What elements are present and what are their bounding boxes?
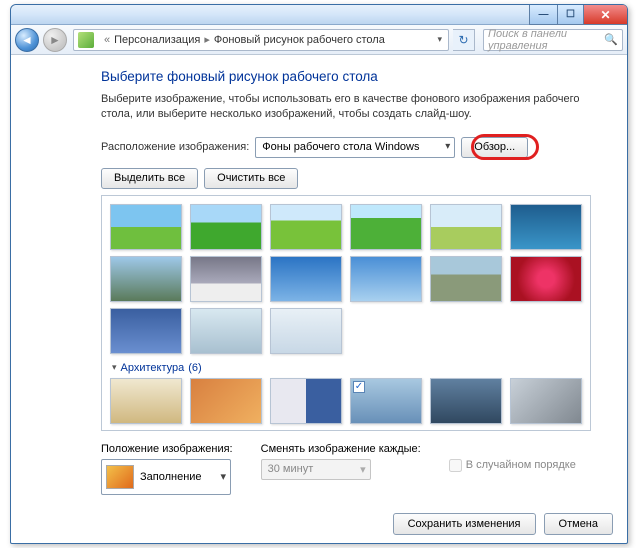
search-icon: 🔍 — [604, 33, 618, 46]
back-button[interactable]: ◄ — [15, 28, 39, 52]
select-all-button[interactable]: Выделить все — [101, 168, 198, 189]
wallpaper-grid[interactable]: ▾ Архитектура (6) ✓ — [101, 195, 591, 431]
maximize-button[interactable]: ☐ — [557, 5, 583, 25]
shuffle-checkbox[interactable] — [449, 459, 462, 472]
location-combo[interactable]: Фоны рабочего стола Windows — [255, 137, 455, 158]
close-button[interactable]: ✕ — [583, 5, 627, 25]
wallpaper-thumbnail[interactable] — [110, 308, 182, 354]
wallpaper-thumbnail[interactable] — [510, 378, 582, 424]
wallpaper-thumbnail[interactable] — [110, 256, 182, 302]
wallpaper-thumbnail[interactable] — [350, 256, 422, 302]
position-combo[interactable]: Заполнение — [101, 459, 231, 495]
navbar: ◄ ► « Персонализация ▸ Фоновый рисунок р… — [11, 25, 627, 55]
page-title: Выберите фоновый рисунок рабочего стола — [101, 69, 591, 84]
cancel-button[interactable]: Отмена — [544, 513, 613, 535]
search-input[interactable]: Поиск в панели управления 🔍 — [483, 29, 623, 51]
location-label: Расположение изображения: — [101, 141, 249, 153]
wallpaper-thumbnail[interactable] — [430, 256, 502, 302]
breadcrumb[interactable]: « Персонализация ▸ Фоновый рисунок рабоч… — [73, 29, 449, 51]
interval-combo[interactable]: 30 минут — [261, 459, 371, 480]
clear-all-button[interactable]: Очистить все — [204, 168, 298, 189]
wallpaper-thumbnail[interactable] — [270, 256, 342, 302]
wallpaper-thumbnail[interactable] — [430, 204, 502, 250]
wallpaper-thumbnail[interactable] — [190, 256, 262, 302]
position-label: Положение изображения: — [101, 443, 233, 455]
wallpaper-thumbnail[interactable] — [270, 378, 342, 424]
save-button[interactable]: Сохранить изменения — [393, 513, 536, 535]
minimize-button[interactable]: — — [529, 5, 557, 25]
titlebar: — ☐ ✕ — [11, 5, 627, 25]
position-preview-icon — [106, 465, 134, 489]
location-selected: Фоны рабочего стола Windows — [262, 141, 419, 153]
category-architecture[interactable]: ▾ Архитектура (6) — [110, 354, 586, 378]
wallpaper-thumbnail[interactable] — [510, 204, 582, 250]
wallpaper-thumbnail[interactable] — [270, 308, 342, 354]
wallpaper-thumbnail[interactable] — [270, 204, 342, 250]
collapse-icon: ▾ — [112, 362, 117, 373]
control-panel-icon — [78, 32, 94, 48]
browse-button[interactable]: Обзор... — [461, 137, 528, 158]
breadcrumb-root[interactable]: Персонализация — [114, 34, 200, 46]
search-placeholder: Поиск в панели управления — [488, 28, 604, 52]
control-panel-window: — ☐ ✕ ◄ ► « Персонализация ▸ Фоновый рис… — [10, 4, 628, 544]
thumbnail-checkbox[interactable]: ✓ — [353, 381, 365, 393]
wallpaper-thumbnail[interactable] — [510, 256, 582, 302]
wallpaper-thumbnail[interactable] — [430, 378, 502, 424]
interval-label: Сменять изображение каждые: — [261, 443, 421, 455]
wallpaper-thumbnail[interactable] — [110, 204, 182, 250]
wallpaper-thumbnail[interactable] — [190, 308, 262, 354]
forward-button[interactable]: ► — [43, 28, 67, 52]
breadcrumb-current[interactable]: Фоновый рисунок рабочего стола — [214, 34, 385, 46]
shuffle-checkbox-row[interactable]: В случайном порядке — [449, 459, 576, 472]
refresh-button[interactable]: ↻ — [453, 29, 475, 51]
page-subtitle: Выберите изображение, чтобы использовать… — [101, 92, 591, 123]
wallpaper-thumbnail[interactable] — [110, 378, 182, 424]
wallpaper-thumbnail[interactable] — [190, 378, 262, 424]
wallpaper-thumbnail[interactable] — [350, 204, 422, 250]
wallpaper-thumbnail[interactable]: ✓ — [350, 378, 422, 424]
wallpaper-thumbnail[interactable] — [190, 204, 262, 250]
content-area: Выберите фоновый рисунок рабочего стола … — [11, 55, 627, 543]
